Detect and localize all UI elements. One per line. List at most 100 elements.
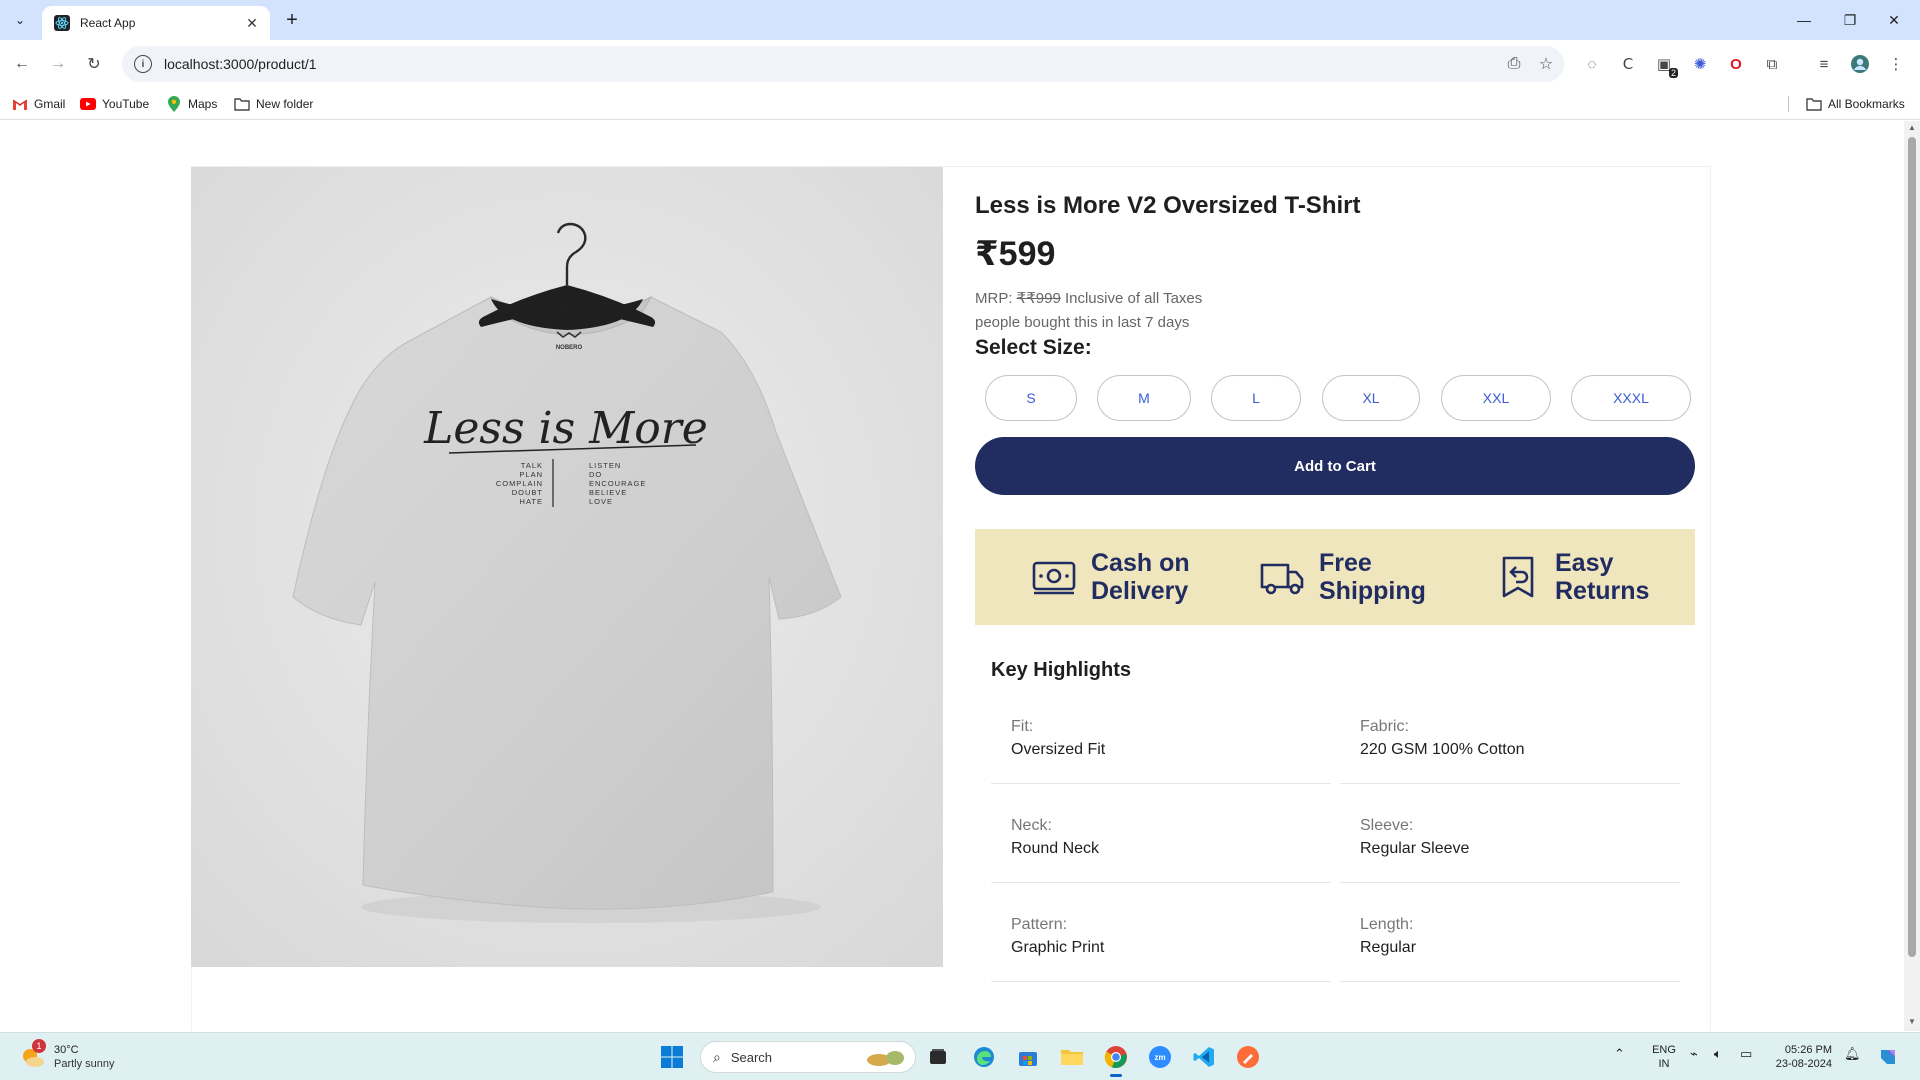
- size-button-xl[interactable]: XL: [1322, 375, 1420, 421]
- close-tab-icon[interactable]: ✕: [242, 13, 262, 33]
- feature-label: Cash on Delivery: [1091, 549, 1190, 605]
- tray-overflow-icon[interactable]: ⌃: [1614, 1047, 1625, 1061]
- extensions-puzzle-icon[interactable]: ⧉: [1758, 50, 1786, 78]
- extension-badge: 2: [1668, 68, 1678, 78]
- clock-time: 05:26 PM: [1784, 1044, 1832, 1056]
- highlight-value: 220 GSM 100% Cotton: [1360, 741, 1525, 758]
- zoom-icon[interactable]: zm: [1146, 1043, 1174, 1071]
- copilot-icon[interactable]: [1874, 1043, 1902, 1071]
- return-icon: [1493, 552, 1543, 602]
- highlight-value: Regular Sleeve: [1360, 840, 1470, 857]
- folder-icon: [234, 96, 250, 112]
- gmail-icon: [12, 96, 28, 112]
- clock[interactable]: 05:26 PM 23-08-2024: [1772, 1043, 1832, 1071]
- tax-note: Inclusive of all Taxes: [1060, 290, 1203, 307]
- bookmark-maps[interactable]: Maps: [166, 94, 217, 114]
- back-icon[interactable]: ←: [10, 52, 34, 76]
- clock-date: 23-08-2024: [1775, 1058, 1832, 1070]
- chrome-icon[interactable]: [1102, 1043, 1130, 1077]
- close-window-icon[interactable]: ✕: [1874, 6, 1914, 34]
- volume-icon[interactable]: 🔈︎: [1714, 1047, 1722, 1061]
- extension-icon[interactable]: Ⅽ: [1614, 50, 1642, 78]
- select-size-label: Select Size:: [975, 336, 1092, 359]
- vscode-icon[interactable]: [1190, 1043, 1218, 1071]
- highlight-label: Fit:: [1011, 718, 1034, 735]
- bookmark-label: YouTube: [102, 97, 150, 111]
- bookmark-gmail[interactable]: Gmail: [12, 94, 65, 114]
- size-button-xxxl[interactable]: XXXL: [1571, 375, 1691, 421]
- mrp-value: ₹₹999: [1016, 290, 1061, 307]
- product-price: ₹599: [975, 235, 1056, 273]
- page-viewport: NOBERO Less is More TALK PLAN COMPLAIN D…: [0, 121, 1904, 1031]
- extension-icon[interactable]: ✺: [1686, 50, 1714, 78]
- cash-icon: [1029, 552, 1079, 602]
- lang-bottom: IN: [1658, 1058, 1670, 1070]
- edge-icon[interactable]: [970, 1043, 998, 1071]
- page-scrollbar[interactable]: ▲ ▼: [1904, 121, 1920, 1031]
- highlight-label: Neck:: [1011, 817, 1052, 834]
- tab-title: React App: [80, 16, 136, 30]
- taskbar-search[interactable]: ⌕ Search: [700, 1041, 916, 1073]
- highlight-label: Fabric:: [1360, 718, 1409, 735]
- mrp-line: MRP: ₹₹999 Inclusive of all Taxes: [975, 289, 1202, 307]
- reload-icon[interactable]: ↻: [82, 52, 106, 76]
- print-left-3: DOUBT: [512, 488, 543, 497]
- windows-start-icon[interactable]: [658, 1043, 686, 1071]
- folder-icon: [1806, 96, 1822, 112]
- notification-bell-icon[interactable]: 🔔︎: [1844, 1047, 1861, 1061]
- battery-icon[interactable]: ▭: [1740, 1047, 1752, 1061]
- sold-note: people bought this in last 7 days: [975, 314, 1190, 331]
- add-to-cart-button[interactable]: Add to Cart: [975, 437, 1695, 495]
- opera-icon[interactable]: O: [1722, 50, 1750, 78]
- media-controls-icon[interactable]: ≡: [1810, 50, 1838, 78]
- install-app-icon[interactable]: ⎙: [1500, 50, 1528, 78]
- menu-kebab-icon[interactable]: ⋮: [1882, 50, 1910, 78]
- bookmarks-bar: Gmail YouTube Maps New folder All Bookma…: [0, 88, 1920, 120]
- extension-icon[interactable]: ◌: [1578, 50, 1606, 78]
- scroll-up-icon[interactable]: ▲: [1907, 123, 1917, 132]
- lang-top: ENG: [1652, 1044, 1676, 1056]
- bookmark-youtube[interactable]: YouTube: [80, 94, 149, 114]
- task-view-icon[interactable]: [924, 1043, 952, 1071]
- highlight-sleeve: Sleeve: Regular Sleeve: [1340, 799, 1680, 883]
- file-explorer-icon[interactable]: [1058, 1043, 1086, 1071]
- search-placeholder: Search: [730, 1049, 773, 1065]
- scroll-down-icon[interactable]: ▼: [1907, 1017, 1917, 1026]
- size-button-l[interactable]: L: [1211, 375, 1301, 421]
- highlight-value: Regular: [1360, 939, 1417, 956]
- browser-tab[interactable]: React App ✕: [42, 6, 270, 40]
- extension-badge-icon[interactable]: ▣ 2: [1650, 50, 1678, 78]
- size-button-s[interactable]: S: [985, 375, 1077, 421]
- network-icon[interactable]: ⌁: [1690, 1047, 1698, 1061]
- bookmark-star-icon[interactable]: ☆: [1532, 50, 1560, 78]
- highlight-pattern: Pattern: Graphic Print: [991, 898, 1331, 982]
- print-right-1: DO: [589, 470, 602, 479]
- minimize-icon[interactable]: —: [1784, 6, 1824, 34]
- store-icon[interactable]: [1014, 1043, 1042, 1071]
- size-button-m[interactable]: M: [1097, 375, 1191, 421]
- highlight-fit: Fit: Oversized Fit: [991, 700, 1331, 784]
- bookmark-new-folder[interactable]: New folder: [234, 94, 313, 114]
- url-text[interactable]: localhost:3000/product/1: [164, 56, 1500, 72]
- size-button-xxl[interactable]: XXL: [1441, 375, 1551, 421]
- weather-temp: 30°C: [54, 1044, 79, 1056]
- all-bookmarks-button[interactable]: All Bookmarks: [1806, 94, 1905, 114]
- site-info-icon[interactable]: i: [134, 55, 152, 73]
- language-indicator[interactable]: ENG IN: [1650, 1043, 1678, 1071]
- tab-search-button[interactable]: ⌄: [8, 8, 32, 32]
- print-left-0: TALK: [521, 461, 543, 470]
- postman-icon[interactable]: [1234, 1043, 1262, 1071]
- react-icon: [54, 15, 70, 31]
- address-bar[interactable]: i localhost:3000/product/1 ⎙ ☆: [122, 46, 1564, 82]
- scroll-thumb[interactable]: [1908, 137, 1916, 957]
- print-right-4: LOVE: [589, 497, 613, 506]
- forward-icon[interactable]: →: [46, 52, 70, 76]
- svg-text:zm: zm: [1154, 1053, 1165, 1062]
- avatar[interactable]: [1846, 50, 1874, 78]
- highlight-label: Pattern:: [1011, 916, 1068, 933]
- new-tab-button[interactable]: +: [280, 8, 304, 32]
- restore-icon[interactable]: ❐: [1830, 6, 1870, 34]
- print-left-1: PLAN: [519, 470, 543, 479]
- truck-icon: [1257, 552, 1307, 602]
- weather-widget[interactable]: 1 30°C Partly sunny: [18, 1039, 115, 1073]
